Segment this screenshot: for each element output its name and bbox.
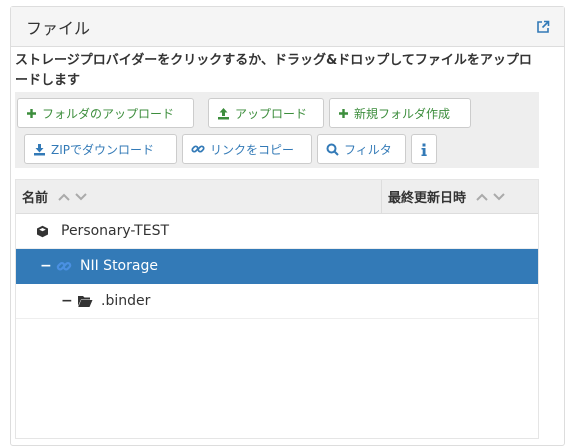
zip-download-button[interactable]: ZIPでダウンロード (24, 134, 177, 164)
copy-link-button[interactable]: リンクをコピー (182, 134, 312, 164)
info-icon (421, 143, 427, 156)
column-modified-label: 最終更新日時 (388, 191, 467, 206)
column-header-name: 名前 (16, 180, 382, 213)
column-header-modified: 最終更新日時 (382, 180, 538, 213)
sort-descending-icon[interactable] (493, 192, 505, 201)
panel-heading: ファイル (11, 7, 564, 47)
modified-sort-controls (476, 192, 505, 201)
name-sort-controls (58, 192, 87, 201)
upload-label: アップロード (235, 106, 308, 121)
tree-row-nii-storage[interactable]: − NII Storage (16, 249, 538, 284)
external-link-icon[interactable] (536, 20, 550, 34)
plus-icon (27, 108, 36, 118)
folder-open-icon (77, 295, 93, 308)
new-folder-label: 新規フォルダ作成 (354, 106, 451, 121)
download-icon (34, 143, 45, 155)
panel-title: ファイル (26, 18, 91, 38)
copy-link-label: リンクをコピー (210, 142, 295, 157)
sort-ascending-icon[interactable] (476, 193, 488, 201)
filter-button[interactable]: フィルタ (317, 134, 406, 164)
tree-row-binder[interactable]: − .binder (16, 284, 538, 319)
column-name-label: 名前 (22, 191, 49, 206)
tree-row-label: .binder (101, 293, 151, 309)
sort-descending-icon[interactable] (75, 192, 87, 201)
file-tree-grid: 名前 最終更新日時 Personary-TEST − NII Storage − (15, 179, 539, 439)
plus-icon (339, 108, 348, 118)
upload-icon (218, 107, 229, 119)
tree-row-label: Personary-TEST (61, 223, 170, 239)
new-folder-button[interactable]: 新規フォルダ作成 (329, 98, 471, 128)
link-icon (191, 145, 205, 153)
collapse-toggle[interactable]: − (40, 258, 52, 274)
zip-download-label: ZIPでダウンロード (51, 142, 154, 157)
cube-icon (36, 225, 49, 238)
upload-folder-button[interactable]: フォルダのアップロード (17, 98, 194, 128)
file-toolbar: フォルダのアップロード アップロード 新規フォルダ作成 ZIPでダウンロード リ… (15, 92, 539, 168)
upload-instruction: ストレージプロバイダーをクリックするか、ドラッグ&ドロップしてファイルをアップロ… (15, 53, 532, 88)
grid-header: 名前 最終更新日時 (16, 180, 538, 214)
search-icon (326, 143, 339, 156)
tree-row-label: NII Storage (80, 258, 158, 274)
upload-button[interactable]: アップロード (208, 98, 324, 128)
upload-folder-label: フォルダのアップロード (42, 106, 175, 121)
chain-link-icon (56, 258, 72, 274)
tree-row-personary-test[interactable]: Personary-TEST (16, 214, 538, 249)
filter-label: フィルタ (344, 142, 392, 157)
collapse-toggle[interactable]: − (61, 293, 73, 309)
info-button[interactable] (411, 134, 437, 164)
sort-ascending-icon[interactable] (58, 193, 70, 201)
